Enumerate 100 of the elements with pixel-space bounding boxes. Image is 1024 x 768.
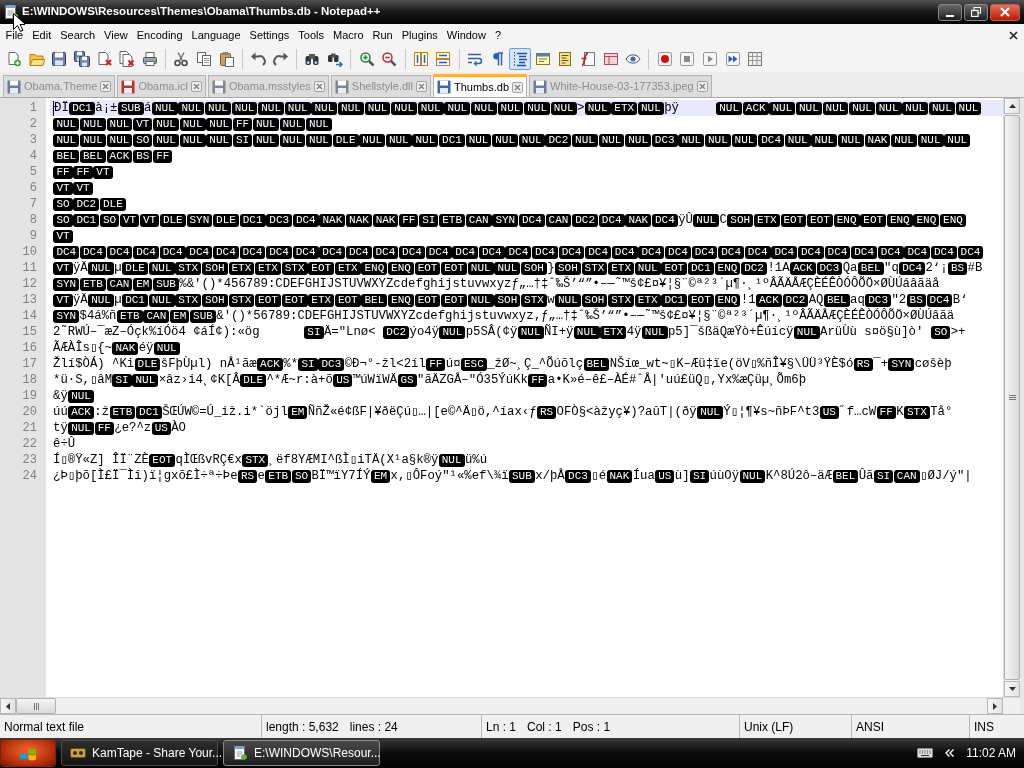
control-character: DC4 — [824, 245, 851, 259]
menu-item[interactable]: Window — [442, 26, 491, 44]
editor-text: Ä="Lnø< — [323, 324, 377, 340]
scroll-down-button[interactable] — [1004, 681, 1020, 697]
zoom-out-icon — [381, 51, 398, 67]
status-text: length : 5,632 — [266, 718, 339, 736]
scroll-right-button[interactable] — [987, 698, 1003, 714]
horizontal-scrollbar[interactable] — [0, 697, 1020, 714]
control-character: ENQ — [714, 293, 741, 307]
indent-guide-button[interactable] — [508, 48, 532, 70]
close-button[interactable] — [990, 3, 1020, 21]
control-character: NUL — [796, 101, 822, 115]
control-character: NUL — [306, 117, 332, 131]
control-character: NUL — [132, 373, 159, 387]
up-arrow-icon — [1008, 104, 1016, 108]
menu-item[interactable]: Plugins — [397, 26, 443, 44]
scroll-up-button[interactable] — [1004, 98, 1020, 114]
control-character: CAN — [545, 213, 572, 227]
status-text: Normal text file — [4, 718, 85, 736]
editor-text: éÿ — [138, 340, 154, 356]
status-text: Col : 1 — [527, 718, 562, 736]
control-character: NUL — [875, 101, 902, 115]
control-character: DC4 — [598, 213, 625, 227]
control-character: ENQ — [940, 213, 966, 227]
control-character: NUL — [364, 101, 391, 115]
line-number: 22 — [21, 436, 38, 452]
control-character: DC4 — [585, 245, 612, 259]
taskbar-button[interactable]: E:\WINDOWS\Resour... — [223, 740, 380, 766]
control-character: NUL — [637, 101, 664, 115]
control-character: FF — [94, 421, 114, 435]
close-icon[interactable] — [1009, 30, 1018, 40]
chevron-icon[interactable] — [945, 749, 955, 757]
editor-text: ™úWïWÄ — [352, 372, 398, 388]
control-character: ENQ — [361, 261, 388, 275]
control-character: FF — [232, 117, 253, 131]
scroll-left-button[interactable] — [0, 698, 16, 714]
control-character: BEL — [823, 293, 850, 307]
control-character: US — [151, 421, 171, 435]
control-character: DC4 — [425, 245, 452, 259]
document-map-icon — [557, 51, 574, 67]
menu-item[interactable]: Edit — [27, 26, 56, 44]
editor-text: ÿÄ — [73, 260, 88, 276]
line-number: 11 — [21, 260, 38, 276]
control-character: NUL — [359, 133, 386, 147]
control-character: NUL — [153, 117, 179, 131]
close-icon — [1000, 7, 1010, 17]
menu-item[interactable]: Language — [187, 26, 246, 44]
control-character: RS — [536, 405, 557, 419]
menu-item[interactable]: File — [1, 26, 28, 44]
tab[interactable]: Thumbs.db — [432, 74, 527, 97]
editor-text: ^*Æ~r:à+õ — [266, 372, 333, 388]
control-character: BEL — [80, 149, 106, 163]
control-character: DLE — [122, 261, 148, 275]
control-character: DC4 — [53, 245, 80, 259]
menu-item[interactable]: Run — [368, 26, 398, 44]
editor-text: ArüÙù s¤ö§ù]ò' — [820, 324, 925, 340]
status-text: Ln : 1 — [486, 718, 517, 736]
control-character: SI — [304, 325, 324, 339]
control-character: NUL — [739, 469, 766, 483]
restore-button[interactable] — [964, 3, 988, 21]
editor-text: ÑñŽ«é¢ßF|¥ðëÇú▯…|[e©^Ä▯ö,^íax‹ƒ — [307, 404, 537, 420]
minimize-button[interactable] — [938, 3, 962, 21]
menu-item[interactable]: Settings — [245, 26, 294, 44]
menu-item[interactable]: Tools — [293, 26, 329, 44]
menu-item[interactable]: View — [99, 26, 133, 44]
control-character: NUL — [306, 133, 332, 147]
control-character: NUL — [955, 101, 982, 115]
editor-text: úùOÿ — [709, 468, 740, 484]
keyboard-icon[interactable] — [917, 748, 934, 758]
menu-item[interactable]: ? — [490, 26, 506, 44]
control-character: DC4 — [106, 245, 133, 259]
menu-item[interactable]: Macro — [328, 26, 369, 44]
menu-item[interactable]: Encoding — [132, 26, 188, 44]
editor-text: OFÒ§<àžyç¥)?aûT|(ðÿ — [556, 404, 697, 420]
control-character: NUL — [252, 133, 279, 147]
scrollbar-thumb[interactable] — [16, 698, 56, 714]
control-character: NUL — [492, 133, 519, 147]
start-button[interactable] — [0, 739, 56, 767]
control-character: NUL — [731, 133, 758, 147]
control-character: ETX — [600, 325, 627, 339]
editor-text: ŠŒÚW©=Ú_iž.i*`öjl — [162, 404, 288, 420]
control-character: DC1 — [73, 213, 100, 227]
control-character: SI — [298, 357, 318, 371]
control-character: EOT — [414, 261, 441, 275]
control-character: FF — [73, 165, 93, 179]
menu-item[interactable]: Search — [55, 26, 100, 44]
control-character: NUL — [311, 101, 338, 115]
line-number: 16 — [21, 340, 38, 356]
editor-text: ÃÆÀÎs▯{~ — [53, 340, 113, 356]
printer-icon — [141, 51, 158, 67]
control-character: DC4 — [452, 245, 479, 259]
control-character: ETX — [228, 261, 255, 275]
control-character: CAN — [893, 469, 920, 483]
editor-text: :ž — [94, 404, 110, 420]
control-character: SYN — [492, 213, 519, 227]
control-character: NUL — [88, 293, 114, 307]
control-character: EOT — [414, 293, 441, 307]
control-character: VT — [73, 181, 93, 195]
tape-icon — [70, 745, 86, 761]
control-character: FF — [426, 357, 446, 371]
